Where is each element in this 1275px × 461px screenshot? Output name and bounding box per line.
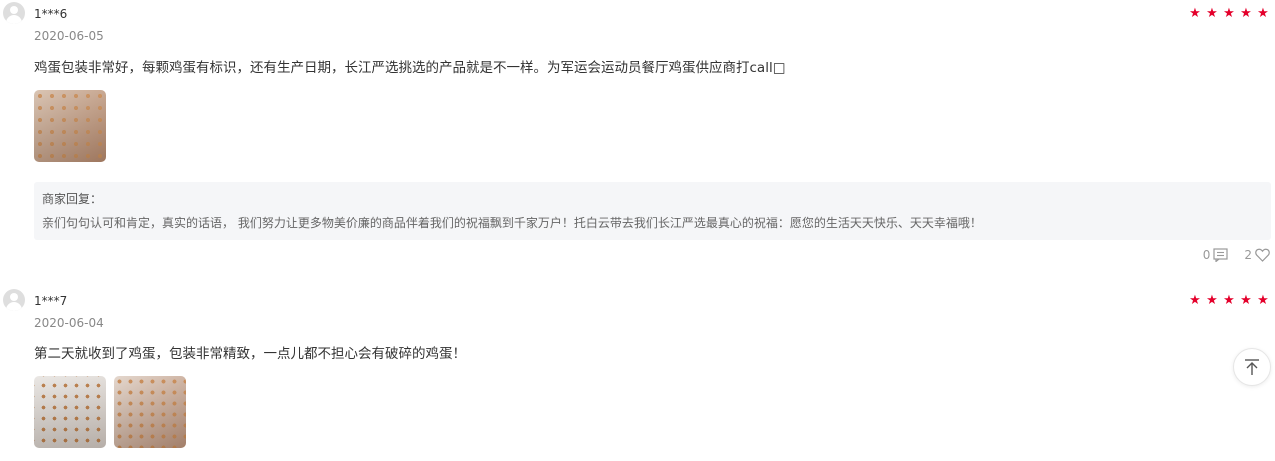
- review-content: 第二天就收到了鸡蛋，包装非常精致，一点儿都不担心会有破碎的鸡蛋！: [34, 346, 466, 362]
- like-count: 2: [1244, 248, 1252, 262]
- arrow-up-to-top-icon: [1245, 359, 1259, 375]
- comment-count: 0: [1202, 248, 1211, 262]
- back-to-top-button[interactable]: [1233, 348, 1271, 386]
- comment-button[interactable]: 0: [1203, 248, 1229, 262]
- review-image-thumbnail[interactable]: [34, 376, 106, 448]
- review-item: 1***7 2020-06-04 ★ ★ ★ ★ ★ 第二天就收到了鸡蛋，包装非…: [0, 287, 1275, 461]
- review-username: 1***6: [34, 7, 68, 21]
- merchant-reply-text: 亲们句句认可和肯定，真实的话语， 我们努力让更多物美价廉的商品伴着我们的祝福飘到…: [42, 216, 982, 230]
- star-icon: ★: [1257, 6, 1269, 21]
- review-image-thumbnail[interactable]: [114, 376, 186, 448]
- merchant-reply: 商家回复： 亲们句句认可和肯定，真实的话语， 我们努力让更多物美价廉的商品伴着我…: [34, 182, 1271, 240]
- review-actions: 0 2: [1187, 248, 1270, 262]
- star-icon: ★: [1206, 6, 1218, 21]
- star-icon: ★: [1189, 6, 1201, 21]
- user-avatar-icon: [3, 289, 25, 311]
- star-icon: ★: [1189, 293, 1201, 308]
- review-date: 2020-06-05: [34, 29, 104, 43]
- review-username: 1***7: [34, 294, 68, 308]
- star-icon: ★: [1223, 293, 1235, 308]
- star-icon: ★: [1223, 6, 1235, 21]
- star-icon: ★: [1257, 293, 1269, 308]
- review-image-thumbnail[interactable]: [34, 90, 106, 162]
- review-images: [34, 376, 334, 448]
- review-date: 2020-06-04: [34, 316, 104, 330]
- user-avatar-icon: [3, 2, 25, 24]
- star-icon: ★: [1240, 293, 1252, 308]
- star-icon: ★: [1206, 293, 1218, 308]
- heart-icon: [1255, 248, 1270, 262]
- review-item: 1***6 2020-06-05 ★ ★ ★ ★ ★ 鸡蛋包装非常好，每颗鸡蛋有…: [0, 0, 1275, 278]
- merchant-reply-label: 商家回复：: [42, 192, 103, 206]
- star-icon: ★: [1240, 6, 1252, 21]
- rating-stars: ★ ★ ★ ★ ★: [1188, 294, 1270, 308]
- review-images: [34, 90, 334, 162]
- rating-stars: ★ ★ ★ ★ ★: [1188, 7, 1270, 21]
- like-button[interactable]: 2: [1244, 248, 1270, 262]
- comment-icon: [1213, 248, 1228, 262]
- review-content: 鸡蛋包装非常好，每颗鸡蛋有标识，还有生产日期，长江严选挑选的产品就是不一样。为军…: [34, 60, 786, 76]
